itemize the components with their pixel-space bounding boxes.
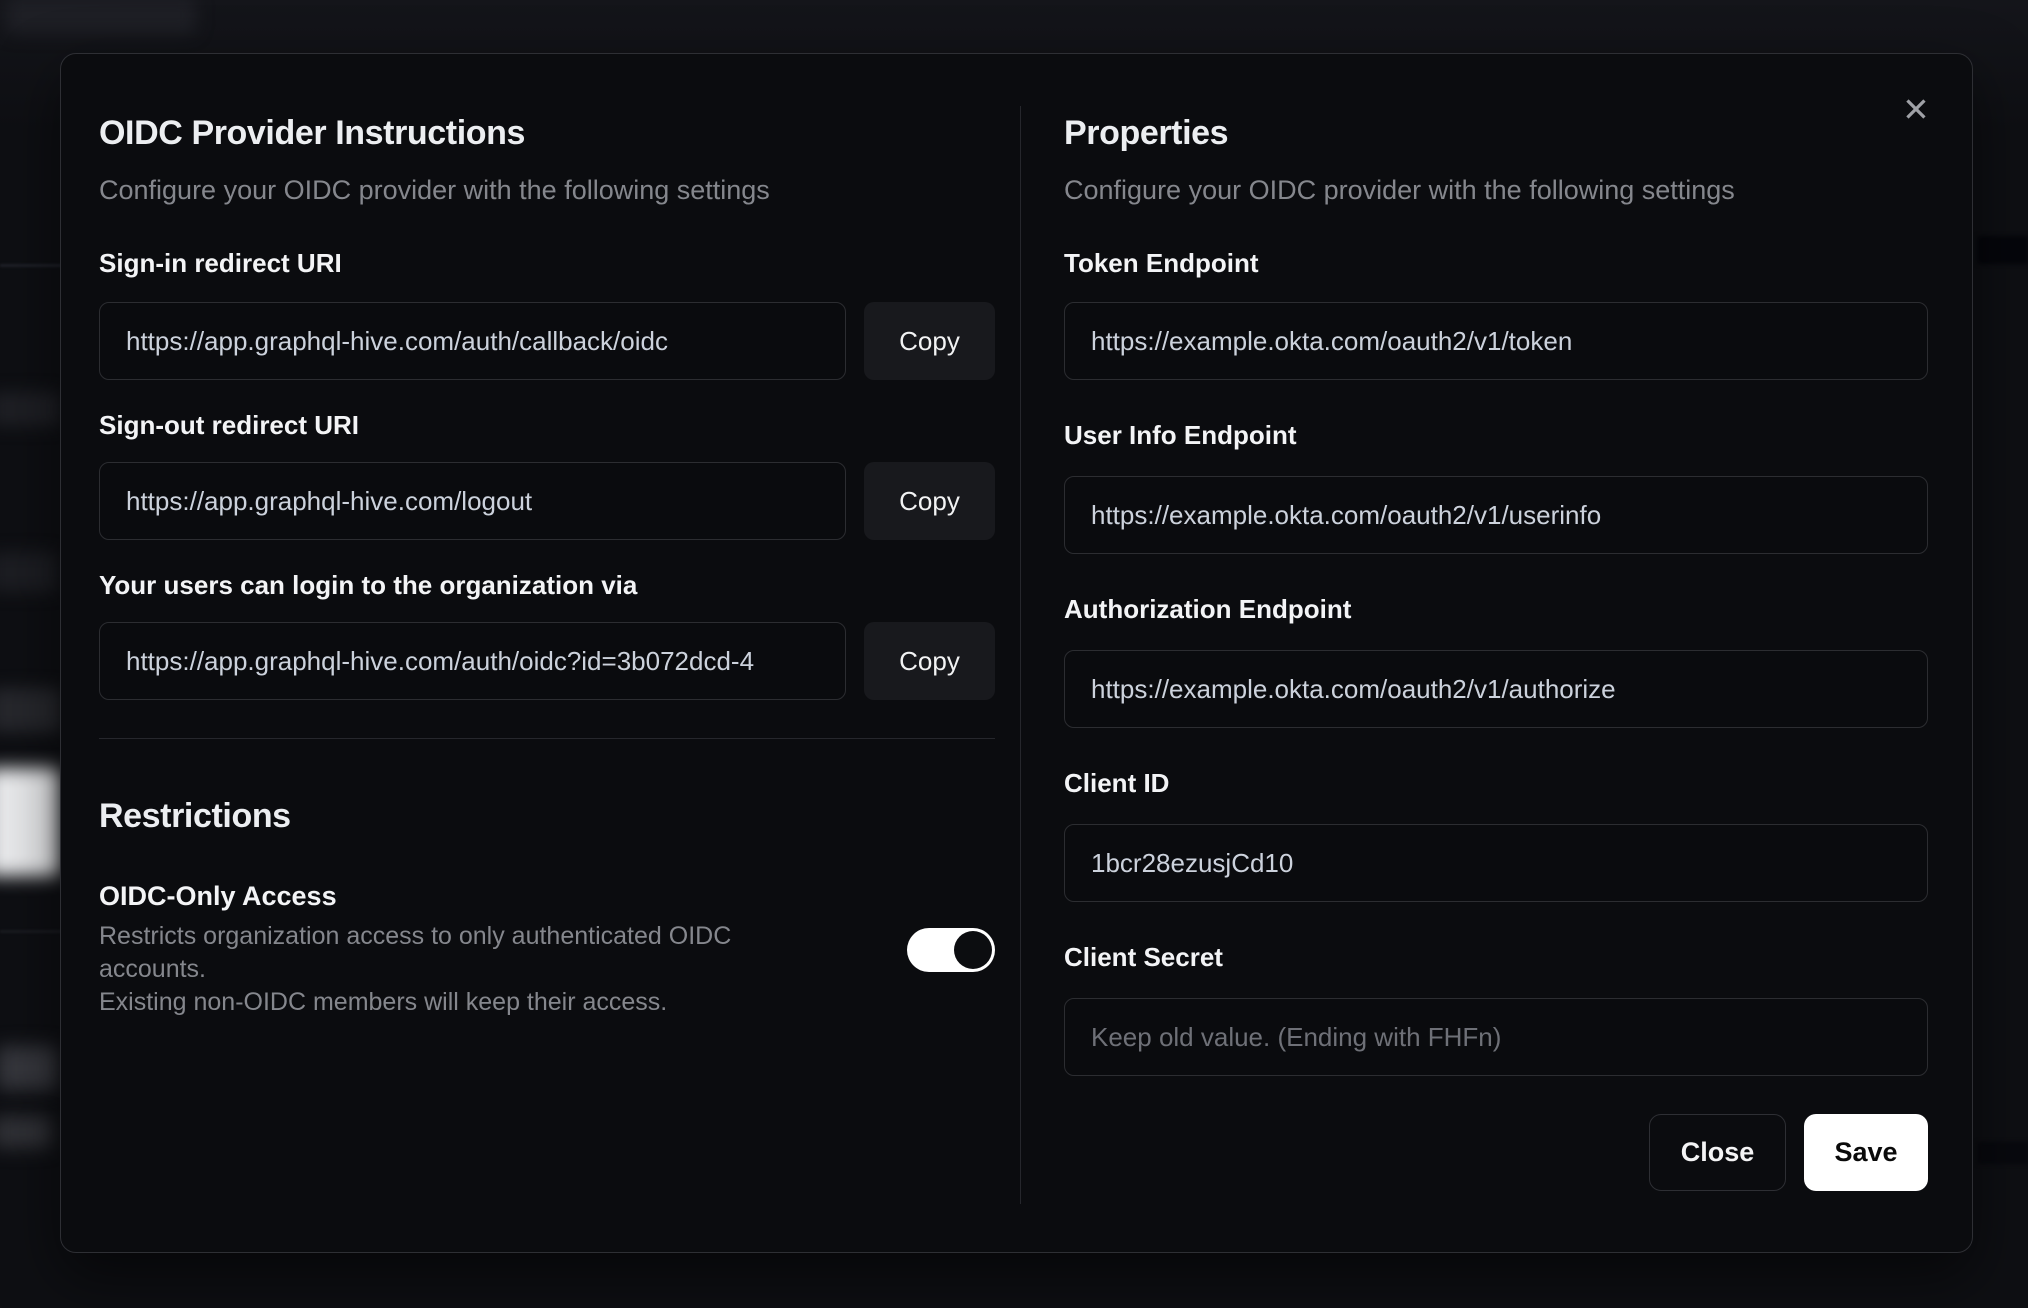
- oidc-only-access-description: Restricts organization access to only au…: [99, 920, 839, 1019]
- authorization-endpoint-input[interactable]: [1064, 650, 1928, 728]
- instructions-subtitle: Configure your OIDC provider with the fo…: [99, 175, 770, 205]
- signout-redirect-label: Sign-out redirect URI: [99, 410, 360, 440]
- signin-redirect-input[interactable]: [99, 302, 846, 380]
- background-blur-blob: [0, 1116, 52, 1148]
- background-blur-blob: [6, 0, 196, 34]
- background-blur-blob: [0, 688, 62, 732]
- copy-signout-redirect-button[interactable]: Copy: [864, 462, 995, 540]
- org-login-url-input[interactable]: [99, 622, 846, 700]
- background-blur-line: [0, 930, 62, 933]
- background-blur-blob: [0, 768, 60, 876]
- oidc-only-access-toggle[interactable]: [907, 927, 995, 972]
- background-blur-line: [0, 264, 62, 267]
- description-line-1: Restricts organization access to only au…: [99, 922, 732, 983]
- signout-redirect-row: Copy: [99, 462, 995, 540]
- client-secret-input[interactable]: [1064, 998, 1928, 1076]
- client-id-input[interactable]: [1064, 824, 1928, 902]
- signout-redirect-input[interactable]: [99, 462, 846, 540]
- modal-footer: Close Save: [1064, 1114, 1928, 1191]
- properties-subtitle: Configure your OIDC provider with the fo…: [1064, 175, 1735, 205]
- toggle-knob: [954, 930, 992, 969]
- background-blur-blob: [1977, 236, 2028, 264]
- userinfo-endpoint-input[interactable]: [1064, 476, 1928, 554]
- description-line-2: Existing non-OIDC members will keep thei…: [99, 988, 668, 1016]
- copy-signin-redirect-button[interactable]: Copy: [864, 302, 995, 380]
- oidc-only-access-text: OIDC-Only Access Restricts organization …: [99, 880, 839, 1019]
- org-login-url-label: Your users can login to the organization…: [99, 570, 638, 600]
- userinfo-endpoint-label: User Info Endpoint: [1064, 420, 1297, 450]
- properties-title: Properties: [1064, 114, 1229, 152]
- background-blur-blob: [0, 552, 58, 592]
- signin-redirect-label: Sign-in redirect URI: [99, 248, 342, 278]
- oidc-settings-modal: ✕ OIDC Provider Instructions Configure y…: [60, 53, 1973, 1253]
- oidc-only-access-label: OIDC-Only Access: [99, 881, 337, 911]
- properties-panel: Properties Configure your OIDC provider …: [1064, 54, 1928, 1191]
- background-blur-blob: [0, 1046, 58, 1090]
- instructions-panel: OIDC Provider Instructions Configure you…: [99, 54, 995, 1019]
- background-blur-blob: [1977, 1142, 2028, 1164]
- org-login-url-row: Copy: [99, 622, 995, 700]
- close-button[interactable]: Close: [1649, 1114, 1786, 1191]
- copy-org-login-url-button[interactable]: Copy: [864, 622, 995, 700]
- token-endpoint-label: Token Endpoint: [1064, 248, 1259, 278]
- token-endpoint-input[interactable]: [1064, 302, 1928, 380]
- oidc-only-access-row: OIDC-Only Access Restricts organization …: [99, 880, 995, 1019]
- signin-redirect-row: Copy: [99, 302, 995, 380]
- instructions-title: OIDC Provider Instructions: [99, 114, 526, 152]
- client-secret-label: Client Secret: [1064, 942, 1223, 972]
- authorization-endpoint-label: Authorization Endpoint: [1064, 594, 1352, 624]
- section-divider: [99, 738, 995, 739]
- save-button[interactable]: Save: [1804, 1114, 1928, 1191]
- column-divider: [1020, 106, 1021, 1204]
- background-blur-blob: [0, 392, 62, 426]
- restrictions-title: Restrictions: [99, 797, 291, 835]
- client-id-label: Client ID: [1064, 768, 1170, 798]
